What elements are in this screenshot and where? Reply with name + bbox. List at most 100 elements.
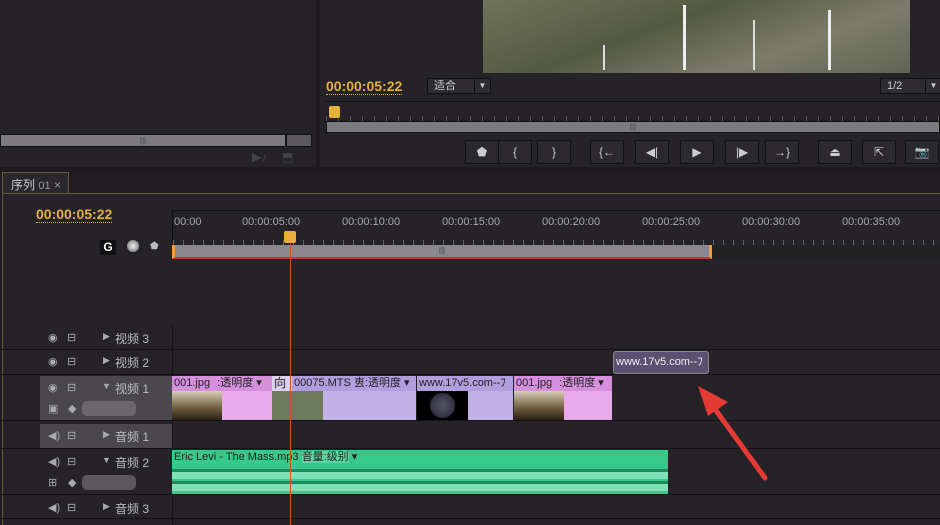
chevron-down-icon: ▼: [925, 79, 940, 93]
clip-001-jpg-2[interactable]: 001.jpg :透明度 ▾: [514, 376, 612, 420]
program-ruler[interactable]: [326, 101, 940, 121]
lift-button[interactable]: ⏏: [818, 140, 852, 164]
track-output-icon[interactable]: ⊟: [67, 501, 76, 514]
playhead-icon[interactable]: [284, 231, 296, 243]
sync-lock-icon[interactable]: [127, 240, 139, 252]
keyframe-nav[interactable]: [82, 475, 136, 490]
mark-out-button[interactable]: }: [537, 140, 571, 164]
speaker-icon[interactable]: ◀): [48, 429, 60, 442]
ruler-label: 00:00:30:00: [742, 216, 801, 228]
ruler-label: 00:00:25:00: [642, 216, 701, 228]
clip-name: 001.jpg: [516, 377, 553, 389]
clip-effect[interactable]: :透明度: [559, 377, 595, 389]
go-to-in-button[interactable]: {←: [590, 140, 624, 164]
lift-icon: ⏏: [829, 145, 841, 159]
clip-effect[interactable]: :透明度: [217, 377, 253, 389]
clip-001-jpg[interactable]: 001.jpg :透明度 ▾: [172, 376, 272, 420]
go-to-out-button[interactable]: →}: [765, 140, 799, 164]
waveform-display-icon[interactable]: ⊞: [48, 476, 57, 489]
fit-value: 适合: [434, 80, 456, 92]
keyframe-icon[interactable]: ◆: [68, 402, 76, 415]
annotation-arrow: [698, 386, 768, 481]
eye-icon[interactable]: ◉: [48, 381, 58, 394]
track-label: 视频 2: [115, 356, 150, 370]
program-timecode[interactable]: 00:00:05:22: [326, 78, 403, 95]
collapse-icon[interactable]: ▼: [102, 381, 111, 391]
expand-icon[interactable]: ▶: [103, 429, 110, 440]
display-style-icon[interactable]: ▣: [48, 402, 58, 415]
mark-in-icon: {: [512, 145, 517, 159]
track-output-icon[interactable]: ⊟: [67, 331, 76, 344]
mark-out-icon: }: [551, 145, 556, 159]
chevron-down-icon: ▼: [474, 79, 490, 93]
keyframe-nav[interactable]: [82, 401, 136, 416]
clip-www-17v5-com-video2[interactable]: www.17v5.com--ﾌ: [613, 351, 709, 374]
track-output-icon[interactable]: ⊟: [67, 381, 76, 394]
program-zoom-bar[interactable]: |||: [326, 121, 940, 133]
playhead-line[interactable]: [290, 240, 291, 525]
step-back-button[interactable]: ◀|: [635, 140, 669, 164]
clip-effect[interactable]: 音量:级别: [301, 451, 349, 463]
step-forward-icon: |▶: [735, 145, 749, 159]
speaker-icon[interactable]: ◀): [48, 501, 60, 514]
transition-label: 向: [272, 376, 292, 391]
expand-icon[interactable]: ▶: [103, 501, 110, 512]
audio-output-icon[interactable]: ▶♪: [252, 150, 267, 164]
ruler-label: 00:00: [174, 216, 202, 228]
expand-icon[interactable]: ▶: [103, 355, 110, 366]
eye-icon[interactable]: ◉: [48, 331, 58, 344]
playhead-icon[interactable]: [329, 106, 340, 118]
clip-name: Eric Levi - The Mass.mp3: [174, 451, 299, 463]
eye-icon[interactable]: ◉: [48, 355, 58, 368]
collapse-icon[interactable]: ▼: [102, 455, 111, 465]
extract-button[interactable]: ⇱: [862, 140, 896, 164]
ruler-label: 00:00:35:00: [842, 216, 901, 228]
export-frame-button[interactable]: 📷: [905, 140, 939, 164]
clip-name: 00075.MTS: [294, 377, 351, 389]
ruler-label: 00:00:10:00: [342, 216, 401, 228]
tab-sequence-01[interactable]: 序列 01 ×: [2, 172, 69, 193]
clip-www-17v5-com[interactable]: www.17v5.com--ﾌ: [417, 376, 513, 420]
track-audio-1: ◀) ⊟ ▶ 音频 1: [0, 424, 940, 449]
source-scrollbar[interactable]: |||: [0, 134, 286, 147]
scroll-end-handle[interactable]: [286, 134, 312, 147]
clip-name: www.17v5.com--ﾌ: [616, 356, 703, 368]
clip-effect[interactable]: 叀:透明度: [354, 377, 401, 389]
go-to-in-icon: {←: [598, 145, 615, 159]
close-icon[interactable]: ×: [54, 178, 61, 192]
play-button[interactable]: ▶: [680, 140, 714, 164]
expand-icon[interactable]: ▶: [103, 331, 110, 342]
snap-icon[interactable]: G: [100, 240, 116, 255]
tab-label: 序列: [11, 178, 36, 192]
fit-dropdown[interactable]: 适合 ▼: [427, 78, 491, 94]
waveform: [172, 469, 668, 479]
step-forward-button[interactable]: |▶: [725, 140, 759, 164]
quality-dropdown[interactable]: 1/2 ▼: [880, 78, 940, 94]
ruler-label: 00:00:05:00: [242, 216, 301, 228]
work-area-bar[interactable]: |||: [172, 245, 712, 259]
ruler-label: 00:00:20:00: [542, 216, 601, 228]
track-output-icon[interactable]: ⊟: [67, 355, 76, 368]
mark-in-button[interactable]: {: [498, 140, 532, 164]
export-frame-icon: 📷: [914, 145, 930, 159]
clip-00075-mts[interactable]: 00075.MTS 叀:透明度 ▾: [292, 376, 416, 420]
ruler-label: 00:00:15:00: [442, 216, 501, 228]
track-output-icon[interactable]: ⊟: [67, 429, 76, 442]
add-marker-icon[interactable]: ⬟: [150, 241, 159, 252]
step-back-icon: ◀|: [645, 145, 659, 159]
marker-button[interactable]: ⬟: [465, 140, 499, 164]
track-video-2: ◉ ⊟ ▶ 视频 2: [0, 350, 940, 375]
track-audio-3: ◀) ⊟ ▶ 音频 3: [0, 496, 940, 519]
clip-eric-levi-the-mass-mp3[interactable]: Eric Levi - The Mass.mp3 音量:级别 ▾: [172, 450, 668, 494]
track-output-icon[interactable]: ⊟: [67, 455, 76, 468]
extract-icon: ⇱: [873, 145, 885, 159]
keyframe-icon[interactable]: ◆: [68, 476, 76, 489]
source-monitor: ||| ▶♪ ⬒: [0, 0, 316, 167]
tab-number: 01: [38, 180, 51, 192]
scroll-grip: |||: [139, 136, 147, 145]
timeline-timecode[interactable]: 00:00:05:22: [36, 206, 113, 223]
transition-clip[interactable]: 向: [272, 376, 292, 420]
track-label: 音频 3: [115, 502, 150, 516]
speaker-icon[interactable]: ◀): [48, 455, 60, 468]
export-icon[interactable]: ⬒: [282, 150, 293, 164]
